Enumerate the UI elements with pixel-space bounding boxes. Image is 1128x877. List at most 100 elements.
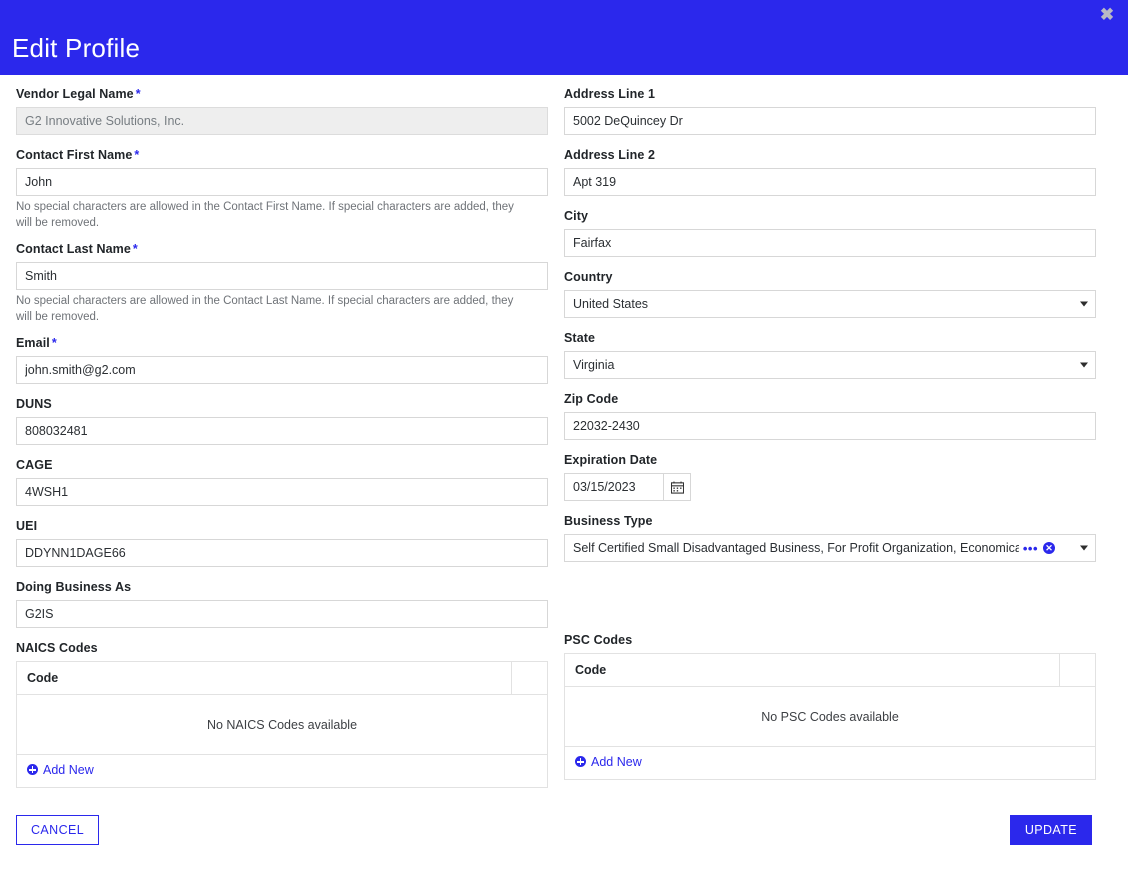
- required-asterisk: *: [135, 87, 141, 101]
- city-label: City: [564, 209, 589, 223]
- uei-input[interactable]: [16, 539, 548, 568]
- expiration-date-input[interactable]: [564, 473, 663, 501]
- naics-codes-label: NAICS Codes: [16, 641, 98, 656]
- clear-selection-icon[interactable]: ✕: [1043, 542, 1055, 554]
- field-zip-code: Zip Code: [564, 392, 1096, 440]
- page-title: Edit Profile: [12, 33, 141, 63]
- cage-label: CAGE: [16, 458, 53, 473]
- country-select[interactable]: United States: [564, 290, 1096, 318]
- psc-add-new-label: Add New: [591, 754, 642, 769]
- calendar-icon: [670, 481, 684, 494]
- contact-first-name-helper: No special characters are allowed in the…: [16, 201, 514, 229]
- table-row: No PSC Codes available: [564, 686, 1096, 747]
- field-duns: DUNS: [16, 397, 548, 446]
- required-asterisk: *: [134, 148, 140, 162]
- field-state: State Virginia: [564, 331, 1096, 379]
- update-button[interactable]: UPDATE: [1009, 815, 1092, 846]
- vendor-legal-name-label: Vendor Legal Name *: [16, 87, 548, 102]
- naics-add-new-label: Add New: [43, 762, 94, 777]
- right-column: Address Line 1 Address Line 2 City Count…: [556, 87, 1104, 788]
- required-asterisk: *: [51, 336, 57, 351]
- naics-codes-table: Code No NAICS Codes available Add New: [16, 661, 548, 789]
- zip-code-label: Zip Code: [564, 392, 619, 406]
- table-header-row: Code: [16, 661, 548, 696]
- field-email: Email *: [16, 336, 548, 385]
- label-text: Contact Last Name: [16, 242, 131, 257]
- naics-add-new-button[interactable]: Add New: [27, 763, 94, 777]
- state-select[interactable]: Virginia: [564, 351, 1096, 379]
- psc-add-new-button[interactable]: Add New: [575, 755, 642, 769]
- email-label: Email *: [16, 336, 548, 351]
- address-line-2-input[interactable]: [564, 168, 1096, 196]
- city-input[interactable]: [564, 229, 1096, 257]
- psc-codes-table: Code No PSC Codes available Add New: [564, 653, 1096, 780]
- label-text: Vendor Legal Name: [16, 87, 134, 101]
- field-naics-codes: NAICS Codes Code No NAICS Codes availabl…: [16, 641, 548, 789]
- contact-last-name-input[interactable]: [16, 262, 548, 291]
- edit-profile-dialog: Edit Profile ✖ Vendor Legal Name* Contac…: [0, 0, 1128, 877]
- field-cage: CAGE: [16, 458, 548, 507]
- plus-circle-icon: [575, 756, 586, 767]
- dialog-body: Vendor Legal Name* Contact First Name* N…: [0, 75, 1128, 789]
- field-vendor-legal-name: Vendor Legal Name *: [16, 87, 548, 135]
- state-select-wrapper: Virginia: [564, 351, 1096, 379]
- duns-label: DUNS: [16, 397, 52, 412]
- address-line-1-input[interactable]: [564, 107, 1096, 135]
- naics-column-header-code: Code: [16, 661, 512, 696]
- psc-empty-message: No PSC Codes available: [564, 686, 1096, 747]
- table-row: No NAICS Codes available: [16, 694, 548, 756]
- contact-last-name-helper: No special characters are allowed in the…: [16, 295, 514, 323]
- field-business-type: Business Type Self Certified Small Disad…: [564, 514, 1096, 562]
- table-header-row: Code: [564, 653, 1096, 687]
- naics-empty-message: No NAICS Codes available: [16, 694, 548, 756]
- field-psc-codes: PSC Codes Code No PSC Codes available Ad…: [564, 633, 1096, 780]
- left-column: Vendor Legal Name* Contact First Name* N…: [8, 87, 556, 789]
- business-type-icons: ••• ✕: [1019, 542, 1055, 555]
- dialog-header: Edit Profile ✖: [0, 0, 1128, 75]
- email-field[interactable]: [16, 356, 548, 385]
- vendor-legal-name-input: [16, 107, 548, 135]
- business-type-select-wrapper: Self Certified Small Disadvantaged Busin…: [564, 534, 1096, 562]
- calendar-picker-button[interactable]: [663, 473, 691, 501]
- table-footer-row: Add New: [565, 747, 1096, 780]
- country-label: Country: [564, 270, 613, 284]
- uei-label: UEI: [16, 519, 38, 534]
- field-address-line-1: Address Line 1: [564, 87, 1096, 135]
- psc-column-header-actions: [1059, 653, 1096, 687]
- overflow-ellipsis-icon[interactable]: •••: [1023, 542, 1038, 555]
- business-type-multiselect[interactable]: Self Certified Small Disadvantaged Busin…: [564, 534, 1096, 562]
- doing-business-as-input[interactable]: [16, 600, 548, 629]
- state-label: State: [564, 331, 596, 345]
- address-line-2-label: Address Line 2: [564, 148, 656, 162]
- field-city: City: [564, 209, 1096, 257]
- doing-business-as-label: Doing Business As: [16, 580, 132, 595]
- contact-last-name-label: Contact Last Name *: [16, 242, 548, 257]
- field-uei: UEI: [16, 519, 548, 568]
- psc-column-header-code: Code: [564, 653, 1060, 687]
- expiration-date-row: [564, 473, 1096, 501]
- duns-input[interactable]: [16, 417, 548, 446]
- business-type-selected-value: Self Certified Small Disadvantaged Busin…: [573, 541, 1019, 555]
- contact-first-name-label: Contact First Name *: [16, 148, 548, 163]
- address-line-1-label: Address Line 1: [564, 87, 656, 101]
- psc-footer-cell: Add New: [565, 747, 1096, 780]
- psc-codes-label: PSC Codes: [564, 633, 633, 647]
- state-selected-value: Virginia: [573, 358, 615, 372]
- required-asterisk: *: [132, 242, 138, 257]
- label-text: Contact First Name: [16, 148, 133, 162]
- label-text: Email: [16, 336, 50, 351]
- expiration-date-label: Expiration Date: [564, 453, 658, 467]
- cancel-button[interactable]: CANCEL: [16, 815, 100, 846]
- close-icon[interactable]: ✖: [1096, 3, 1118, 25]
- plus-circle-icon: [27, 764, 38, 776]
- naics-footer-cell: Add New: [17, 755, 548, 788]
- field-address-line-2: Address Line 2: [564, 148, 1096, 196]
- contact-first-name-input[interactable]: [16, 168, 548, 196]
- field-doing-business-as: Doing Business As: [16, 580, 548, 629]
- field-contact-last-name: Contact Last Name* No special characters…: [16, 242, 548, 325]
- country-selected-value: United States: [573, 297, 649, 311]
- table-footer-row: Add New: [17, 755, 548, 788]
- zip-code-input[interactable]: [564, 412, 1096, 440]
- cage-input[interactable]: [16, 478, 548, 507]
- naics-column-header-actions: [511, 661, 548, 696]
